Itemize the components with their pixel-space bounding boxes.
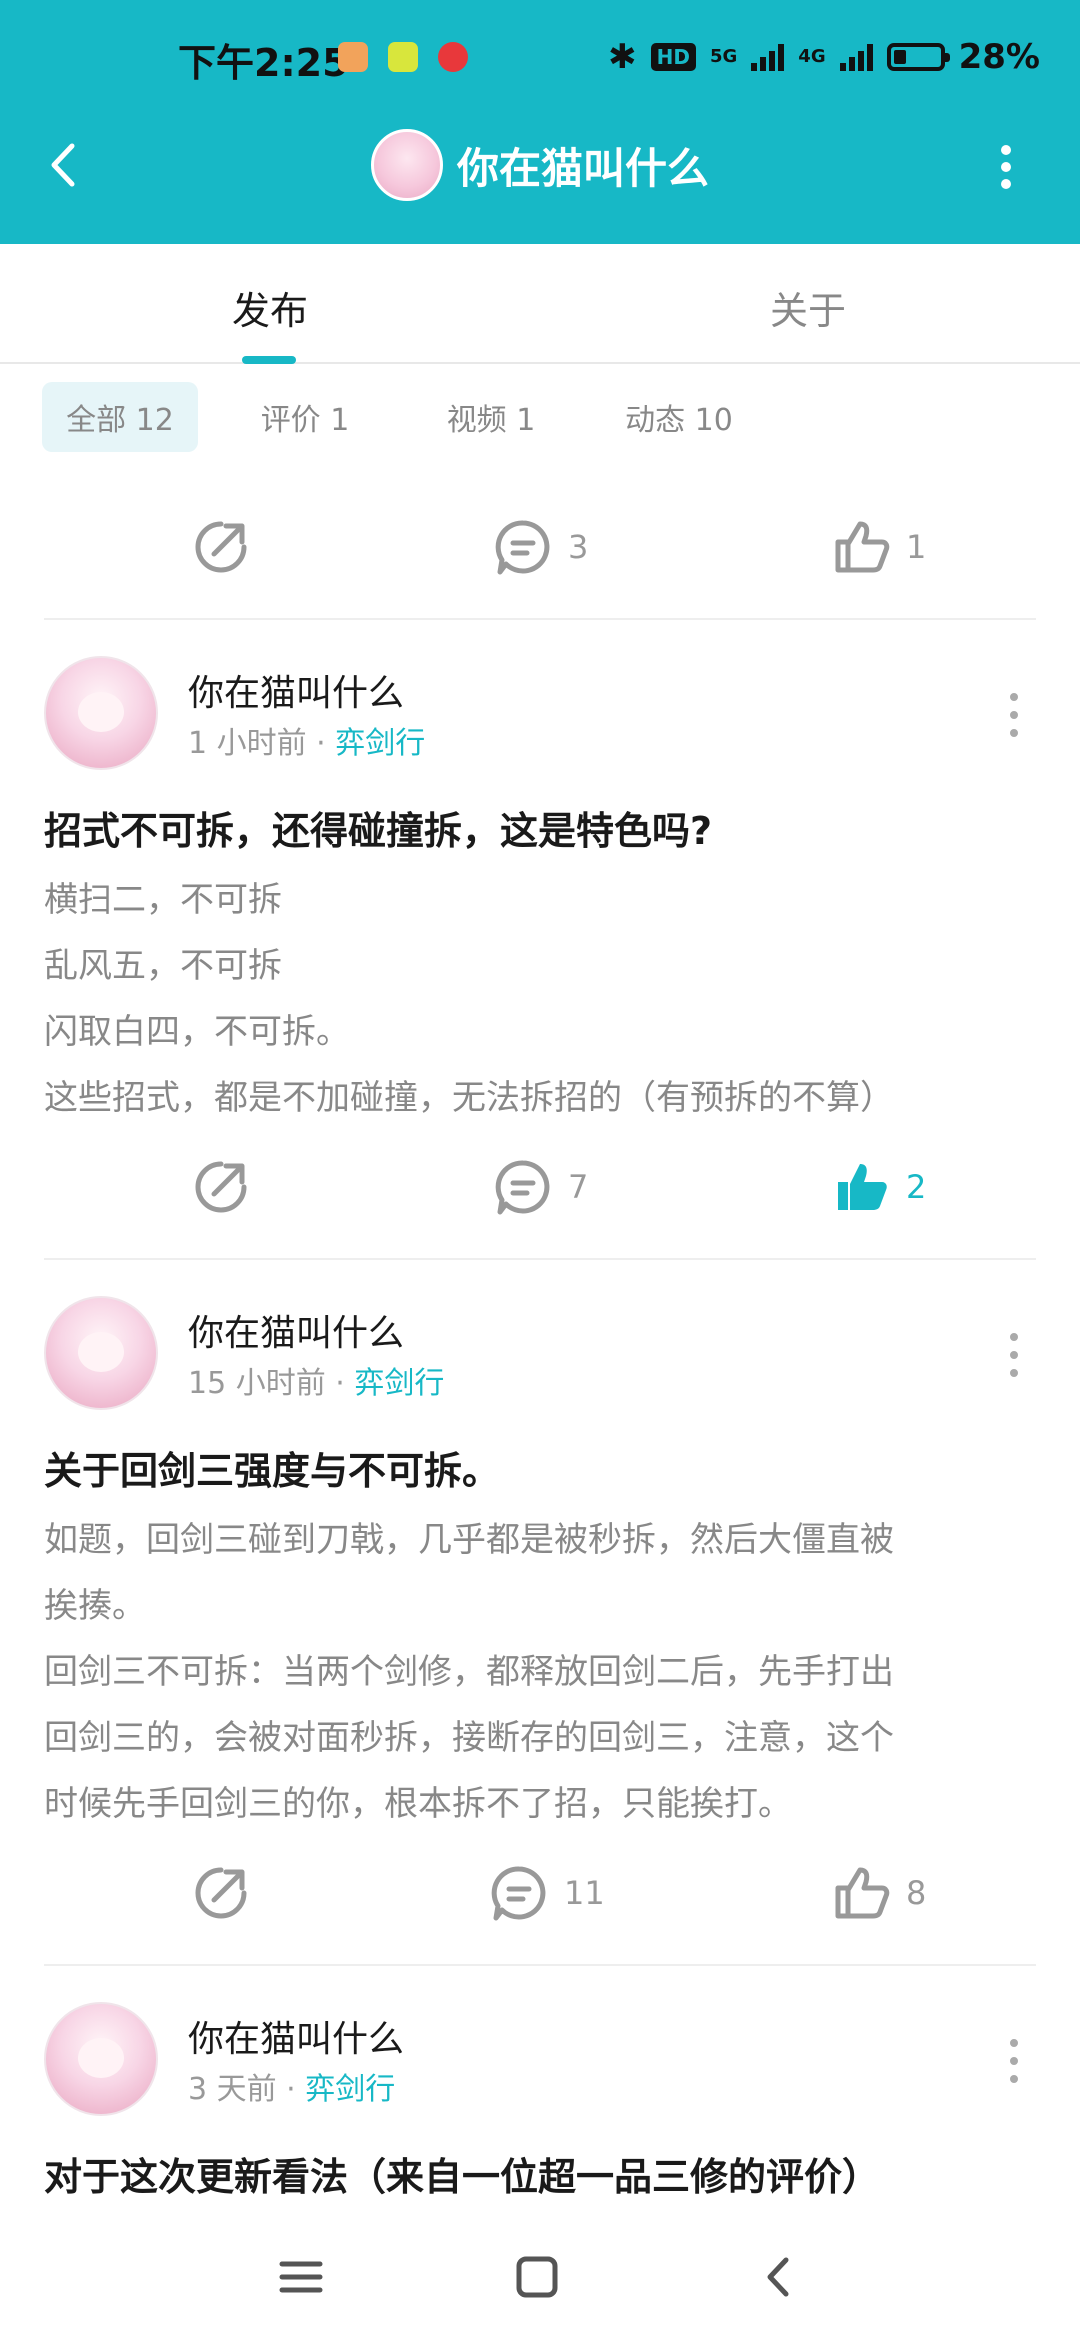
post-username[interactable]: 你在猫叫什么	[188, 664, 404, 716]
filter-all[interactable]: 全部 12	[42, 382, 198, 452]
post-tag[interactable]: 弈剑行	[335, 726, 425, 761]
share-icon	[195, 1161, 247, 1213]
filter-videos[interactable]: 视频 1	[426, 382, 556, 452]
meta-separator: ·	[335, 1366, 345, 1401]
battery-percent: 28%	[958, 37, 1040, 77]
status-time: 下午2:25	[178, 41, 349, 85]
post-more-button[interactable]	[1010, 2039, 1018, 2093]
tab-about[interactable]: 关于	[770, 280, 846, 335]
thumbs-up-icon	[835, 521, 890, 573]
network-4g-label: 4G	[798, 46, 826, 67]
post-body-line: 回剑三的，会被对面秒拆，接断存的回剑三，注意，这个	[44, 1718, 894, 1758]
post-title[interactable]: 对于这次更新看法（来自一位超一品三修的评价）	[44, 2146, 880, 2201]
share-button[interactable]	[190, 1156, 252, 1218]
tab-active-indicator	[242, 356, 296, 364]
post-time: 15 小时前	[188, 1366, 326, 1401]
thumbs-up-filled-icon	[838, 1164, 887, 1210]
post-more-button[interactable]	[1010, 1333, 1018, 1387]
avatar[interactable]	[44, 1296, 158, 1410]
post-body-line: 横扫二，不可拆	[44, 880, 282, 920]
post-body-line: 这些招式，都是不加碰撞，无法拆招的（有预拆的不算）	[44, 1078, 894, 1118]
battery-icon	[886, 43, 950, 71]
comment-icon	[495, 520, 550, 575]
comment-button[interactable]: 7	[492, 1156, 588, 1218]
post-meta: 3 天前 · 弈剑行	[188, 2064, 395, 2108]
status-right: ✱ HD 5G 4G 28%	[608, 32, 1040, 82]
gift-app-icon	[338, 42, 368, 72]
more-menu-button[interactable]	[1000, 142, 1012, 192]
signal-icon-2	[839, 43, 873, 71]
post-username[interactable]: 你在猫叫什么	[188, 2010, 404, 2062]
post-tag[interactable]: 弈剑行	[354, 1366, 444, 1401]
post-title[interactable]: 关于回剑三强度与不可拆。	[44, 1440, 500, 1495]
like-count: 2	[906, 1168, 927, 1206]
page-title: 你在猫叫什么	[456, 143, 709, 193]
tab-publish[interactable]: 发布	[232, 280, 308, 335]
app-bar-title: 你在猫叫什么	[0, 125, 1080, 205]
thumbs-up-icon	[835, 1867, 890, 1919]
avatar[interactable]	[44, 656, 158, 770]
share-icon	[195, 521, 247, 573]
share-icon	[195, 1867, 247, 1919]
post-meta: 15 小时前 · 弈剑行	[188, 1358, 444, 1402]
post-body-line: 回剑三不可拆：当两个剑修，都释放回剑二后，先手打出	[44, 1652, 894, 1692]
profile-avatar	[370, 129, 443, 201]
post-tag[interactable]: 弈剑行	[305, 2072, 395, 2107]
like-button[interactable]: 2	[830, 1156, 926, 1218]
comment-icon	[495, 1160, 550, 1215]
hd-badge: HD	[650, 43, 696, 71]
comment-count: 3	[568, 528, 589, 566]
back-triangle-icon[interactable]	[756, 2254, 802, 2300]
post-time: 1 小时前	[188, 726, 307, 761]
menu-icon[interactable]	[278, 2254, 324, 2300]
post-body-line: 如题，回剑三碰到刀戟，几乎都是被秒拆，然后大僵直被	[44, 1520, 894, 1560]
tab-bar: 发布 关于	[0, 244, 1080, 364]
post-more-button[interactable]	[1010, 693, 1018, 747]
top-bar: 下午2:25 ✱ HD 5G 4G 28% 你在猫叫什么	[0, 0, 1080, 244]
post-body-line: 挨揍。	[44, 1586, 146, 1626]
comment-count: 11	[564, 1874, 605, 1912]
home-square-icon[interactable]	[514, 2254, 560, 2300]
post-body-line: 乱风五，不可拆	[44, 946, 282, 986]
system-navigation-bar	[0, 2220, 1080, 2340]
post-body-line: 闪取白四，不可拆。	[44, 1012, 350, 1052]
comment-icon	[491, 1866, 546, 1921]
post-meta: 1 小时前 · 弈剑行	[188, 718, 425, 762]
like-count: 1	[906, 528, 927, 566]
post-time: 3 天前	[188, 2072, 277, 2107]
comment-button[interactable]: 3	[492, 516, 588, 578]
meta-separator: ·	[286, 2072, 296, 2107]
more-vertical-icon	[1001, 145, 1011, 189]
message-app-icon	[388, 42, 418, 72]
signal-icon	[751, 43, 785, 71]
post-body-line: 时候先手回剑三的你，根本拆不了招，只能挨打。	[44, 1784, 792, 1824]
comment-button[interactable]: 11	[488, 1862, 605, 1924]
share-button[interactable]	[190, 1862, 252, 1924]
like-button[interactable]: 1	[830, 516, 926, 578]
filter-reviews[interactable]: 评价 1	[240, 382, 370, 452]
divider	[44, 618, 1036, 620]
like-count: 8	[906, 1874, 927, 1912]
like-button[interactable]: 8	[830, 1862, 926, 1924]
meta-separator: ·	[316, 726, 326, 761]
bluetooth-icon: ✱	[608, 37, 637, 77]
music-app-icon	[438, 42, 468, 72]
comment-count: 7	[568, 1168, 589, 1206]
post-username[interactable]: 你在猫叫什么	[188, 1304, 404, 1356]
avatar[interactable]	[44, 2002, 158, 2116]
filter-moments[interactable]: 动态 10	[604, 382, 754, 452]
status-bar: 下午2:25 ✱ HD 5G 4G 28%	[0, 0, 1080, 116]
share-button[interactable]	[190, 516, 252, 578]
post-title[interactable]: 招式不可拆，还得碰撞拆，这是特色吗?	[44, 800, 712, 855]
divider	[44, 1964, 1036, 1966]
divider	[44, 1258, 1036, 1260]
network-5g-label: 5G	[709, 46, 738, 67]
